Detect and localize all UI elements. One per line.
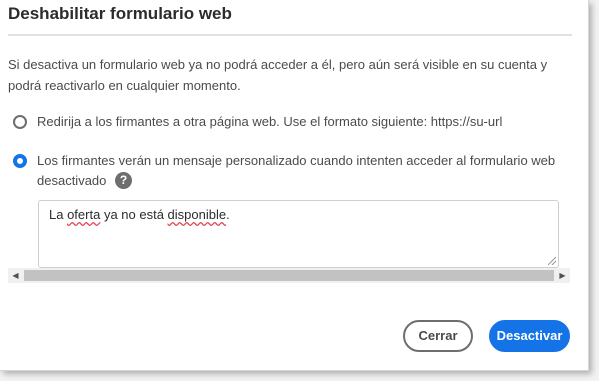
message-text-2: ya no está bbox=[100, 207, 168, 222]
help-circle-icon[interactable]: ? bbox=[115, 172, 132, 189]
horizontal-scrollbar[interactable]: ◀ ▶ bbox=[8, 268, 570, 283]
radio-custom-message[interactable] bbox=[13, 154, 27, 168]
radio-redirect[interactable] bbox=[13, 115, 27, 129]
dialog-title: Deshabilitar formulario web bbox=[8, 4, 232, 23]
message-text-3: . bbox=[226, 207, 230, 222]
option-custom-message-label-2[interactable]: desactivado bbox=[37, 171, 106, 191]
message-misspelled-word-2: disponible bbox=[167, 207, 227, 222]
scroll-left-arrow-icon[interactable]: ◀ bbox=[8, 268, 23, 283]
message-text-1: La bbox=[49, 207, 68, 222]
scroll-right-arrow-icon[interactable]: ▶ bbox=[555, 268, 570, 283]
title-divider bbox=[8, 34, 572, 36]
custom-message-textarea[interactable]: La oferta ya no está disponible. bbox=[38, 200, 559, 268]
scrollbar-thumb[interactable] bbox=[24, 270, 554, 281]
dialog-description: Si desactiva un formulario web ya no pod… bbox=[8, 57, 548, 93]
message-misspelled-word-1: oferta bbox=[67, 207, 101, 222]
deactivate-button[interactable]: Desactivar bbox=[489, 320, 570, 352]
close-button[interactable]: Cerrar bbox=[403, 320, 473, 352]
option-redirect-label[interactable]: Redirija a los firmantes a otra página w… bbox=[37, 112, 502, 132]
disable-web-form-dialog: Deshabilitar formulario web Si desactiva… bbox=[0, 0, 589, 371]
option-custom-message-label[interactable]: Los firmantes verán un mensaje personali… bbox=[37, 151, 555, 171]
resize-handle-icon[interactable] bbox=[548, 257, 556, 265]
